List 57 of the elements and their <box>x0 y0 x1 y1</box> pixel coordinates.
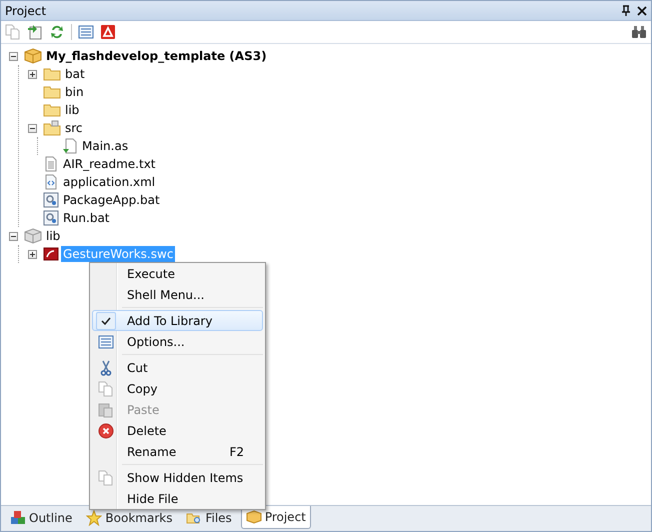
tree-item[interactable]: src <box>63 120 85 136</box>
swc-file-icon <box>43 247 59 261</box>
menu-item[interactable]: Rename F2 <box>92 441 263 462</box>
menu-item[interactable]: Show Hidden Items <box>92 467 263 488</box>
refresh-icon[interactable] <box>49 24 65 40</box>
list-icon <box>98 334 114 348</box>
tree-item[interactable]: Run.bat <box>61 210 112 226</box>
cubes-icon <box>10 510 26 526</box>
menu-item[interactable]: Add To Library <box>92 310 263 331</box>
tree-item[interactable]: lib <box>63 102 82 118</box>
expander-icon[interactable] <box>28 70 37 78</box>
logo-icon[interactable] <box>100 24 116 40</box>
panel-tab[interactable]: Files <box>181 508 237 529</box>
copy-icon <box>98 470 114 486</box>
expander-icon[interactable] <box>9 52 18 60</box>
scissors-icon <box>100 360 112 376</box>
binoculars-icon[interactable] <box>631 25 647 39</box>
tree-item[interactable]: Main.as <box>80 138 130 154</box>
copy-icon <box>98 380 114 396</box>
star-icon <box>86 510 102 526</box>
tree-item[interactable]: application.xml <box>61 174 158 190</box>
menu-item[interactable]: Shell Menu... <box>92 284 263 305</box>
tree-item[interactable]: AIR_readme.txt <box>61 156 158 172</box>
panel-tab[interactable]: Bookmarks <box>81 508 178 529</box>
menu-item[interactable]: Hide File <box>92 488 263 509</box>
menu-item[interactable]: Execute <box>92 263 263 284</box>
folder-icon <box>43 67 61 81</box>
expander-icon[interactable] <box>9 232 18 240</box>
tree-item[interactable]: bin <box>63 84 86 100</box>
folder-icon <box>43 103 61 117</box>
script-file-icon <box>62 138 78 154</box>
folder-icon <box>43 85 61 99</box>
clipboard-icon <box>98 402 114 418</box>
box-icon <box>24 48 42 64</box>
list-icon[interactable] <box>78 25 94 39</box>
menu-item[interactable]: Delete <box>92 420 263 441</box>
delete-icon <box>98 422 114 438</box>
panel-tab[interactable]: Outline <box>5 508 78 529</box>
folder-search-icon <box>186 511 202 525</box>
expander-icon[interactable] <box>28 250 37 258</box>
panel-tab[interactable]: Project <box>240 506 311 529</box>
folder-icon <box>43 120 61 136</box>
close-icon[interactable] <box>637 6 647 16</box>
pin-icon[interactable] <box>621 4 631 16</box>
tree-item[interactable]: My_flashdevelop_template (AS3) <box>44 48 269 64</box>
text-file-icon <box>43 156 59 172</box>
library-icon <box>24 228 42 244</box>
menu-item[interactable]: Cut <box>92 357 263 378</box>
menu-item[interactable]: Copy <box>92 378 263 399</box>
tree-item[interactable]: PackageApp.bat <box>61 192 162 208</box>
menu-item[interactable]: Options... <box>92 331 263 352</box>
panel-title: Project <box>5 4 48 18</box>
code-file-icon <box>43 174 59 190</box>
paste-icon[interactable] <box>27 24 43 40</box>
tree-item[interactable]: lib <box>44 228 62 244</box>
expander-icon[interactable] <box>28 124 37 132</box>
tree-item[interactable]: bat <box>63 66 87 82</box>
